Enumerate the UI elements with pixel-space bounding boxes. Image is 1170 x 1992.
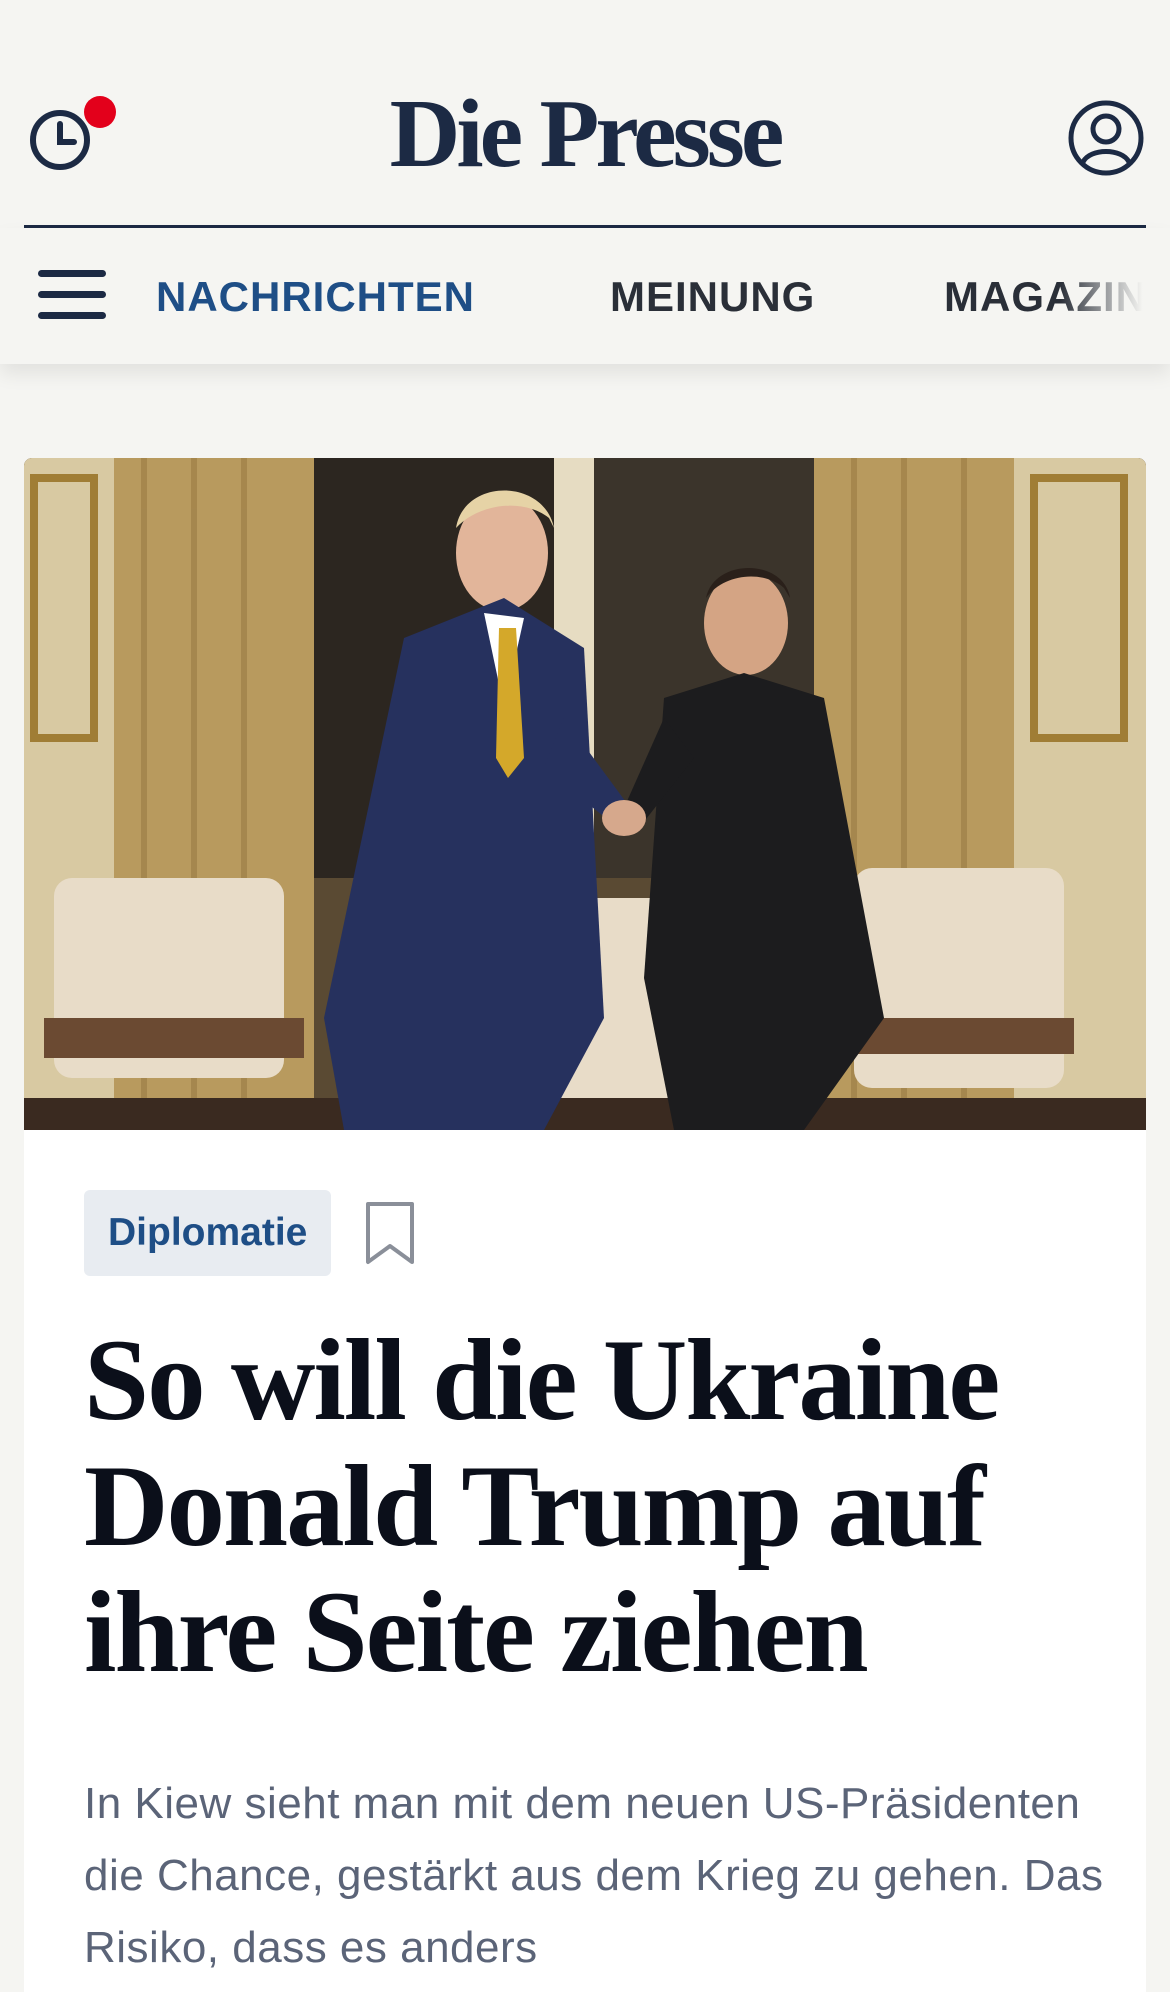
bookmark-icon[interactable] (364, 1200, 416, 1268)
main-navigation: NACHRICHTEN MEINUNG MAGAZIN (0, 228, 1170, 364)
article-hero-image[interactable] (24, 458, 1146, 1130)
article-card[interactable]: Diplomatie So will die Ukraine Donald Tr… (24, 458, 1146, 1992)
article-headline[interactable]: So will die Ukraine Donald Trump auf ihr… (84, 1318, 1094, 1696)
site-logo[interactable]: Die Presse (0, 84, 1170, 184)
nav-item-meinung[interactable]: MEINUNG (610, 272, 815, 322)
site-header: Die Presse (0, 0, 1170, 230)
account-icon (1068, 100, 1144, 176)
nav-scroll-fade (1060, 228, 1170, 364)
category-tag[interactable]: Diplomatie (84, 1190, 332, 1276)
hamburger-menu-icon[interactable] (38, 270, 106, 324)
hero-photo (24, 458, 1146, 1130)
article-lead: In Kiew sieht man mit dem neuen US-Präsi… (84, 1779, 1104, 1972)
account-button[interactable] (1066, 98, 1146, 178)
nav-item-nachrichten[interactable]: NACHRICHTEN (156, 272, 475, 322)
